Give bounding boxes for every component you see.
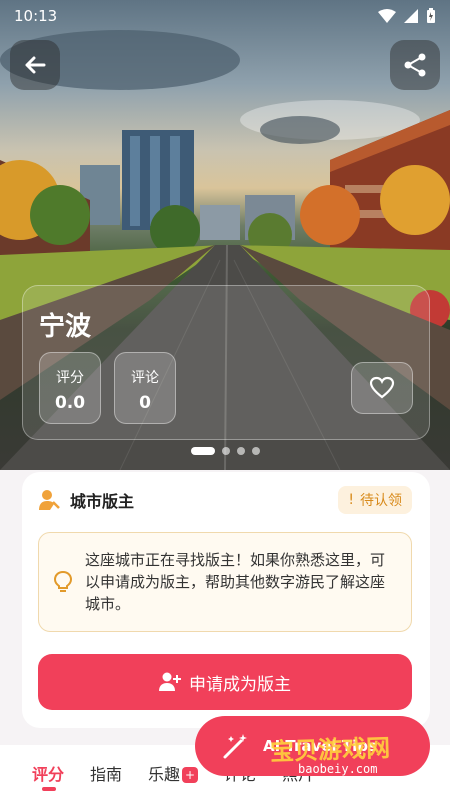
comments-value: 0	[139, 393, 151, 413]
apply-moderator-button[interactable]: 申请成为版主	[38, 654, 412, 710]
share-button[interactable]	[390, 40, 440, 90]
arrow-left-icon	[25, 56, 46, 74]
rating-label: 评分	[56, 370, 84, 386]
carousel-dot[interactable]	[251, 447, 260, 455]
comments-stat: 评论 0	[114, 352, 176, 424]
tab-guide[interactable]: 指南	[90, 761, 122, 785]
moderator-header: 城市版主	[38, 488, 134, 512]
moderator-notice-text: 这座城市正在寻找版主！如果你熟悉这里，可以申请成为版主，帮助其他数字游民了解这座…	[85, 551, 386, 613]
carousel-dot[interactable]	[190, 447, 215, 455]
tab-fun: 乐趣	[148, 764, 181, 784]
lightbulb-icon	[53, 570, 73, 592]
add-user-icon	[159, 672, 181, 691]
status-time: 10:13	[14, 7, 58, 25]
city-moderator-card: 城市版主 ! 待认领 这座城市正在寻找版主！如果你熟悉这里，可以申请成为版主，帮…	[22, 472, 430, 728]
watermark-domain: baobeiy.com	[298, 762, 378, 776]
comments-label: 评论	[131, 370, 159, 386]
status-icons	[378, 8, 436, 24]
carousel-indicator	[0, 447, 450, 455]
wifi-icon	[378, 9, 396, 23]
rating-stat: 评分 0.0	[39, 352, 101, 424]
carousel-dot[interactable]	[221, 447, 230, 455]
tab-rating[interactable]: 评分	[32, 761, 64, 791]
back-button[interactable]	[10, 40, 60, 90]
share-icon	[404, 53, 426, 77]
carousel-dot[interactable]	[236, 447, 245, 455]
pending-badge-label: 待认领	[360, 493, 402, 509]
tab-fun-wrap[interactable]: 乐趣 +	[148, 761, 199, 785]
signal-icon	[404, 9, 418, 23]
rating-value: 0.0	[54, 393, 86, 413]
city-info-card: 宁波 评分 0.0 评论 0	[22, 285, 430, 440]
status-bar: 10:13	[0, 0, 450, 32]
favorite-button[interactable]	[351, 362, 413, 414]
moderator-title: 城市版主	[70, 492, 135, 511]
magic-wand-icon	[219, 729, 253, 763]
heart-icon	[369, 376, 395, 399]
pending-badge: ! 待认领	[338, 486, 412, 514]
alert-icon: !	[348, 492, 354, 508]
moderator-icon	[39, 490, 60, 510]
city-name: 宁波	[39, 312, 92, 342]
moderator-notice: 这座城市正在寻找版主！如果你熟悉这里，可以申请成为版主，帮助其他数字游民了解这座…	[38, 532, 412, 632]
battery-icon	[427, 8, 435, 23]
apply-moderator-label: 申请成为版主	[189, 674, 291, 695]
plus-icon: +	[182, 767, 199, 783]
